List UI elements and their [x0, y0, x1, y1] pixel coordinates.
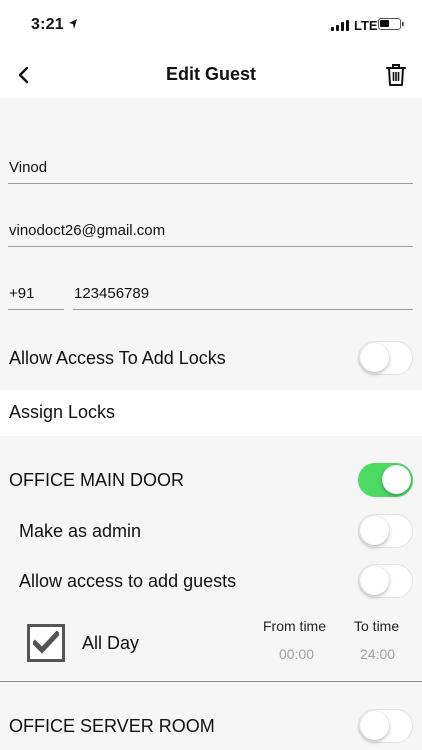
to-time-value[interactable]: 24:00 — [360, 646, 395, 662]
cellular-signal-icon — [331, 20, 349, 31]
status-bar: 3:21 LTE — [0, 0, 422, 52]
email-field[interactable] — [8, 221, 413, 247]
name-field[interactable] — [8, 158, 413, 184]
network-type: LTE — [354, 18, 378, 33]
lock-name: OFFICE SERVER ROOM — [9, 716, 215, 736]
trash-icon[interactable] — [385, 62, 407, 88]
allow-add-locks-label: Allow Access To Add Locks — [9, 348, 226, 368]
allow-add-guests-label: Allow access to add guests — [19, 571, 237, 591]
checkmark-icon — [33, 631, 59, 654]
email-input[interactable] — [9, 222, 413, 239]
assign-locks-title: Assign Locks — [9, 402, 116, 422]
country-code-input[interactable] — [9, 285, 64, 302]
assign-locks-header: Assign Locks — [0, 390, 422, 436]
country-code-field[interactable] — [8, 284, 64, 310]
lock-office-server-room-toggle[interactable] — [358, 709, 413, 743]
lock-office-main-door-toggle[interactable] — [358, 463, 413, 497]
phone-input[interactable] — [74, 285, 413, 302]
phone-field[interactable] — [73, 284, 413, 310]
status-time: 3:21 — [31, 16, 64, 33]
location-arrow-icon — [69, 19, 77, 29]
battery-icon — [378, 18, 404, 30]
from-time-value[interactable]: 00:00 — [279, 646, 314, 662]
page-title: Edit Guest — [165, 64, 256, 84]
all-day-label: All Day — [82, 633, 140, 653]
make-admin-toggle[interactable] — [358, 514, 413, 548]
divider — [0, 681, 422, 682]
lock-name: OFFICE MAIN DOOR — [9, 470, 184, 490]
make-admin-label: Make as admin — [19, 521, 142, 541]
all-day-checkbox[interactable] — [27, 624, 65, 662]
to-time-label: To time — [354, 618, 400, 634]
navigation-bar: Edit Guest — [0, 52, 422, 98]
allow-add-locks-toggle[interactable] — [358, 341, 413, 375]
name-input[interactable] — [9, 159, 413, 176]
from-time-label: From time — [263, 618, 326, 634]
allow-add-guests-toggle[interactable] — [358, 564, 413, 598]
